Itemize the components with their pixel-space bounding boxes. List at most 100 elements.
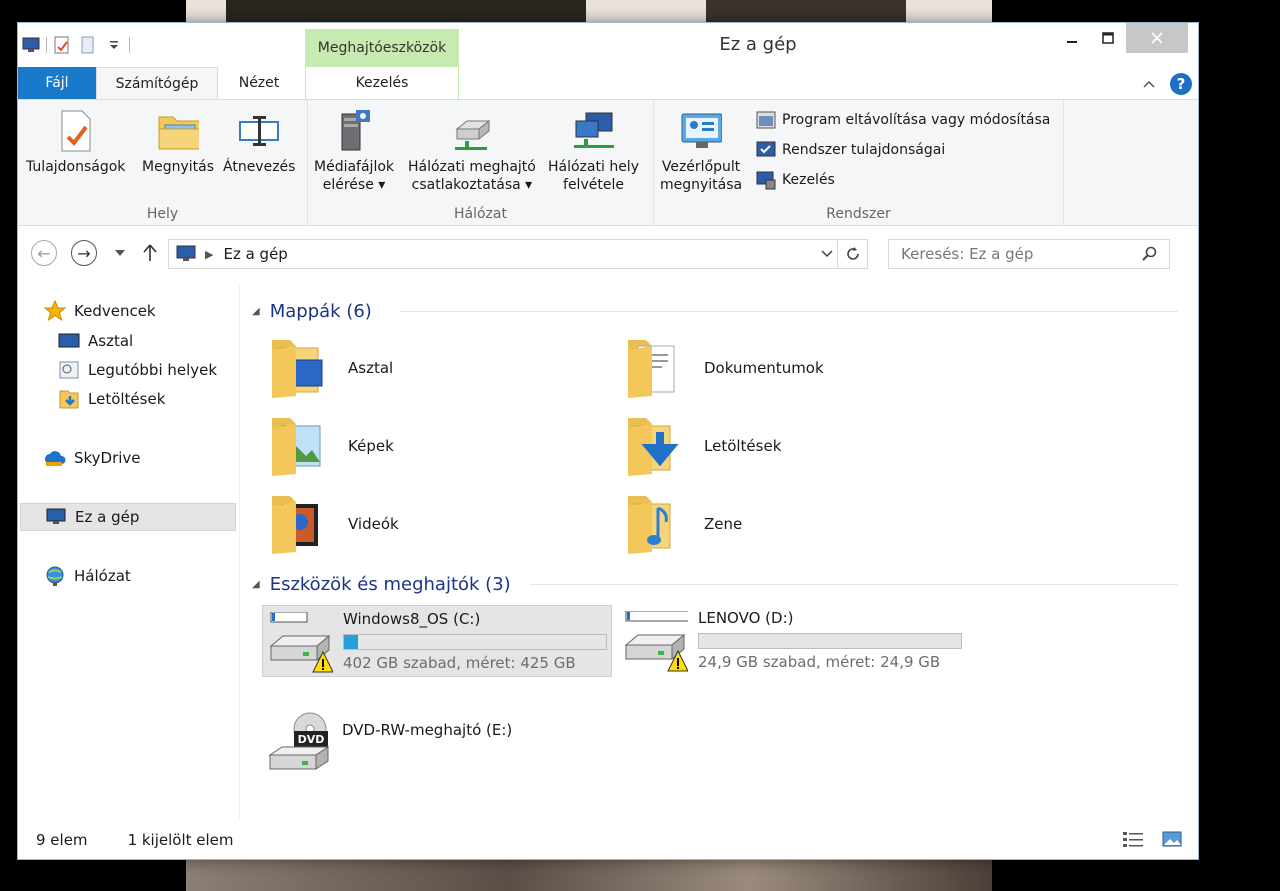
hard-drive-warning-icon bbox=[622, 610, 693, 675]
downloads-folder-icon bbox=[58, 388, 80, 410]
map-network-drive-button[interactable]: Hálózati meghajtó csatlakoztatása ▾ bbox=[408, 108, 536, 194]
open-control-panel-button[interactable]: Vezérlőpult megnyitása bbox=[660, 108, 742, 194]
folder-pictures[interactable]: Képek bbox=[260, 411, 590, 481]
forward-arrow-icon: → bbox=[71, 240, 97, 266]
address-dropdown-icon[interactable] bbox=[821, 245, 833, 263]
access-media-button[interactable]: Médiafájlok elérése ▾ bbox=[314, 108, 394, 194]
drives-section-header[interactable]: ◢ Eszközök és meghajtók (3) bbox=[252, 570, 511, 598]
up-arrow-icon bbox=[143, 244, 157, 261]
music-folder-icon bbox=[624, 490, 686, 558]
nav-skydrive[interactable]: SkyDrive bbox=[18, 444, 238, 472]
nav-desktop[interactable]: Asztal bbox=[18, 327, 238, 355]
pictures-folder-icon bbox=[268, 412, 330, 480]
properties-icon[interactable] bbox=[49, 33, 75, 57]
search-input[interactable]: Keresés: Ez a gép bbox=[888, 239, 1170, 269]
selected-count: 1 kijelölt elem bbox=[127, 831, 234, 849]
star-icon bbox=[44, 300, 66, 322]
system-properties-icon bbox=[756, 140, 776, 160]
minimize-button[interactable] bbox=[1054, 23, 1090, 53]
dvd-drive-icon: DVD bbox=[266, 711, 332, 775]
close-button[interactable] bbox=[1126, 23, 1188, 53]
folder-documents[interactable]: Dokumentumok bbox=[616, 333, 946, 403]
details-view-icon[interactable] bbox=[1122, 830, 1144, 852]
system-properties-button[interactable]: Rendszer tulajdonságai bbox=[756, 138, 945, 162]
ribbon-tabs: Fájl Számítógép Nézet Kezelés ? bbox=[18, 67, 1198, 100]
recent-locations-button[interactable] bbox=[106, 239, 134, 267]
window-title: Ez a gép bbox=[719, 34, 797, 55]
folder-videos[interactable]: Videók bbox=[260, 489, 590, 559]
nav-network[interactable]: Hálózat bbox=[18, 562, 238, 590]
group-label-network: Hálózat bbox=[454, 206, 507, 222]
properties-icon bbox=[55, 108, 97, 154]
uninstall-program-button[interactable]: Program eltávolítása vagy módosítása bbox=[756, 108, 1050, 132]
chevron-down-icon bbox=[115, 250, 125, 256]
up-button[interactable] bbox=[136, 239, 164, 267]
content-pane: ◢ Mappák (6) Asztal Dokumentumok Képek L… bbox=[240, 285, 1198, 819]
drive-e[interactable]: DVD DVD-RW-meghajtó (E:) bbox=[262, 705, 612, 777]
nav-recent-places[interactable]: Legutóbbi helyek bbox=[18, 356, 238, 384]
computer-icon[interactable] bbox=[18, 33, 44, 57]
nav-favorites[interactable]: Kedvencek bbox=[18, 297, 238, 325]
recent-places-icon bbox=[58, 359, 80, 381]
desktop-folder-icon bbox=[268, 334, 330, 402]
svg-text:DVD: DVD bbox=[298, 733, 325, 746]
folder-downloads[interactable]: Letöltések bbox=[616, 411, 946, 481]
control-panel-icon bbox=[680, 108, 723, 154]
collapse-ribbon-icon[interactable] bbox=[1142, 75, 1156, 93]
breadcrumb-separator-icon: ▶ bbox=[205, 247, 214, 261]
group-network: Médiafájlok elérése ▾ Hálózati meghajtó … bbox=[308, 100, 654, 226]
open-button[interactable]: Megnyitás bbox=[142, 108, 214, 176]
programs-icon bbox=[756, 110, 776, 130]
help-icon[interactable]: ? bbox=[1170, 73, 1192, 95]
back-button[interactable]: ← bbox=[30, 239, 58, 267]
quick-access-toolbar bbox=[18, 33, 132, 57]
network-location-icon bbox=[572, 108, 615, 154]
nav-downloads[interactable]: Letöltések bbox=[18, 385, 238, 413]
tab-file[interactable]: Fájl bbox=[18, 67, 96, 99]
drive-c-usage-bar bbox=[343, 634, 607, 650]
folder-desktop[interactable]: Asztal bbox=[260, 333, 590, 403]
group-label-system: Rendszer bbox=[826, 206, 891, 222]
drive-d-usage-bar bbox=[698, 633, 962, 649]
tab-view[interactable]: Nézet bbox=[218, 67, 300, 99]
folders-section-header[interactable]: ◢ Mappák (6) bbox=[252, 297, 372, 325]
computer-icon bbox=[176, 245, 196, 261]
open-folder-icon bbox=[157, 108, 199, 154]
back-arrow-icon: ← bbox=[31, 240, 57, 266]
maximize-button[interactable] bbox=[1090, 23, 1126, 53]
folder-music[interactable]: Zene bbox=[616, 489, 946, 559]
manage-button[interactable]: Kezelés bbox=[756, 168, 835, 192]
network-icon bbox=[44, 565, 66, 587]
computer-management-icon bbox=[756, 170, 776, 190]
rename-button[interactable]: Átnevezés bbox=[223, 108, 295, 176]
title-bar: Meghajtóeszközök Ez a gép bbox=[18, 23, 1198, 67]
navigation-pane: Kedvencek Asztal Legutóbbi helyek Letölt… bbox=[18, 285, 240, 819]
network-drive-icon bbox=[451, 108, 493, 154]
item-count: 9 elem bbox=[36, 831, 88, 849]
tab-manage[interactable]: Kezelés bbox=[305, 67, 459, 99]
new-folder-icon[interactable] bbox=[75, 33, 101, 57]
drive-d[interactable]: LENOVO (D:) 24,9 GB szabad, méret: 24,9 … bbox=[618, 605, 968, 677]
address-bar[interactable]: ▶ Ez a gép bbox=[168, 239, 868, 269]
customize-dropdown-icon[interactable] bbox=[101, 33, 127, 57]
refresh-icon[interactable] bbox=[837, 240, 867, 268]
videos-folder-icon bbox=[268, 490, 330, 558]
forward-button[interactable]: → bbox=[70, 239, 98, 267]
collapse-triangle-icon: ◢ bbox=[252, 305, 260, 317]
status-bar: 9 elem 1 kijelölt elem bbox=[18, 820, 1198, 860]
collapse-triangle-icon: ◢ bbox=[252, 578, 260, 590]
drive-c[interactable]: Windows8_OS (C:) 402 GB szabad, méret: 4… bbox=[262, 605, 612, 677]
computer-icon bbox=[45, 506, 67, 528]
large-icons-view-icon[interactable] bbox=[1162, 830, 1182, 852]
ribbon: Tulajdonságok Megnyitás Átnevezés Hely M… bbox=[18, 99, 1198, 226]
context-tab-group-label: Meghajtóeszközök bbox=[305, 29, 459, 67]
properties-button[interactable]: Tulajdonságok bbox=[26, 108, 125, 176]
add-network-location-button[interactable]: Hálózati hely felvétele bbox=[548, 108, 639, 194]
group-system: Vezérlőpult megnyitása Program eltávolít… bbox=[654, 100, 1064, 226]
rename-icon bbox=[238, 108, 280, 154]
navigation-bar: ← → ▶ Ez a gép Keresés: Ez a gép bbox=[18, 233, 1198, 273]
search-icon bbox=[1141, 246, 1157, 266]
tab-computer[interactable]: Számítógép bbox=[96, 67, 218, 100]
nav-this-pc[interactable]: Ez a gép bbox=[20, 503, 236, 531]
breadcrumb-this-pc[interactable]: Ez a gép bbox=[223, 245, 287, 263]
